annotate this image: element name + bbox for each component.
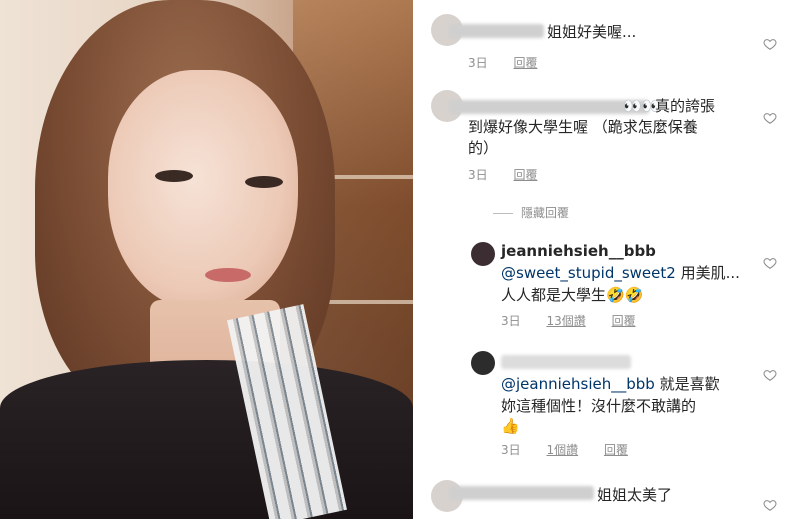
username[interactable]: jeanniehsieh__bbb <box>501 242 656 260</box>
heart-icon[interactable] <box>763 111 777 125</box>
divider-line <box>493 213 513 214</box>
hide-replies-label: 隱藏回覆 <box>521 206 570 220</box>
reply-text-line: 👍 <box>501 417 520 435</box>
reply-button[interactable]: 回覆 <box>513 56 537 70</box>
username-blur <box>449 486 594 500</box>
avatar[interactable] <box>471 351 495 375</box>
comment-time: 3日 <box>468 56 488 70</box>
reply-time: 3日 <box>501 314 521 328</box>
mention-link[interactable]: @jeanniehsieh__bbb <box>501 375 655 393</box>
reply-text: 就是喜歡 <box>659 375 720 393</box>
face-shape <box>108 70 298 310</box>
avatar[interactable] <box>471 242 495 266</box>
heart-icon[interactable] <box>763 368 777 382</box>
lip-shape <box>205 268 251 282</box>
eye-shape <box>155 170 193 182</box>
comment-text-line: 真的誇張 <box>655 97 716 115</box>
comments-panel: 姐姐好美喔... 3日 回覆 👀👀 真的誇張 到爆好像大學生喔 （跪求怎麼保養 … <box>413 0 800 519</box>
username-blur <box>501 355 631 369</box>
heart-icon[interactable] <box>763 37 777 51</box>
reply-button[interactable]: 回覆 <box>612 314 636 328</box>
post-view: 姐姐好美喔... 3日 回覆 👀👀 真的誇張 到爆好像大學生喔 （跪求怎麼保養 … <box>0 0 800 519</box>
heart-icon[interactable] <box>763 256 777 270</box>
username-blur <box>449 100 649 114</box>
comment-text: 姐姐太美了 <box>597 486 673 504</box>
comment-meta: 3日 回覆 <box>468 54 559 71</box>
hide-replies-toggle[interactable]: 隱藏回覆 <box>493 204 569 221</box>
reply-text-line: 人人都是大學生🤣🤣 <box>501 286 644 304</box>
comment-text: 姐姐好美喔... <box>547 23 637 41</box>
likes-count[interactable]: 13個讚 <box>546 314 585 328</box>
reply-text-line: 妳這種個性！沒什麼不敢講的 <box>501 397 697 415</box>
reply-button[interactable]: 回覆 <box>513 168 537 182</box>
mention-link[interactable]: @sweet_stupid_sweet2 <box>501 264 676 282</box>
reply-meta: 3日 1個讚 回覆 <box>501 441 650 458</box>
clothing-top <box>0 360 413 519</box>
username-blur <box>449 24 544 38</box>
comment-text-line: 的） <box>468 139 499 157</box>
comment-time: 3日 <box>468 168 488 182</box>
post-photo[interactable] <box>0 0 413 519</box>
comment-meta: 3日 回覆 <box>468 166 559 183</box>
heart-icon[interactable] <box>763 498 777 512</box>
comment-text-line: 到爆好像大學生喔 （跪求怎麼保養 <box>468 118 698 136</box>
reply-text: 用美肌... <box>680 264 740 282</box>
reply-meta: 3日 13個讚 回覆 <box>501 312 658 329</box>
reply-time: 3日 <box>501 443 521 457</box>
reply-button[interactable]: 回覆 <box>604 443 628 457</box>
likes-count[interactable]: 1個讚 <box>546 443 578 457</box>
eye-shape <box>245 176 283 188</box>
